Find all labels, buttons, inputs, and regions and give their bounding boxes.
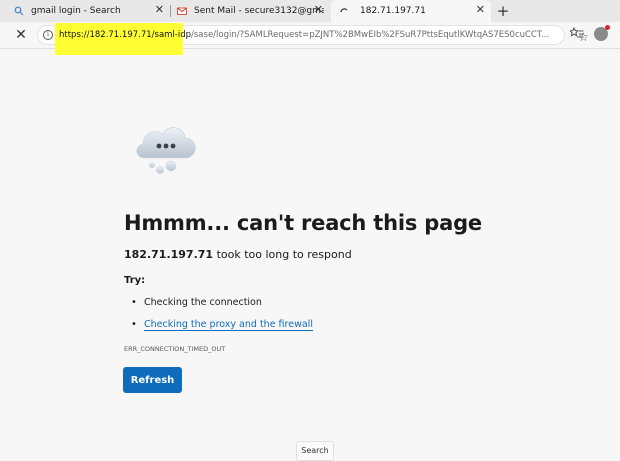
favorites-icon[interactable]	[568, 26, 584, 42]
cloud-icon	[131, 120, 203, 176]
url-path: /sase/login/?SAMLRequest=pZJNT%2BMwEIb%2…	[191, 30, 550, 40]
profile-avatar-icon[interactable]	[594, 25, 610, 41]
page-title: Hmmm... can't reach this page	[124, 211, 482, 235]
toolbar: ✕ i https://182.71.197.71/saml-idp/sase/…	[0, 22, 620, 55]
close-icon[interactable]: ✕	[155, 3, 164, 16]
refresh-button[interactable]: Refresh	[123, 367, 182, 393]
url-host: https://182.71.197.71/saml-idp	[59, 30, 192, 40]
tab-strip: gmail login - Search ✕ Sent Mail - secur…	[0, 0, 620, 22]
error-host: 182.71.197.71	[124, 248, 214, 261]
close-icon[interactable]: ✕	[476, 3, 485, 16]
tab-title: Sent Mail - secure3132@gmail.co	[194, 6, 324, 16]
gmail-icon	[177, 6, 187, 16]
bullet-icon: •	[131, 297, 137, 308]
error-message: 182.71.197.71 took too long to respond	[124, 248, 352, 261]
info-icon[interactable]: i	[43, 30, 53, 40]
tab-active-ip[interactable]: 182.71.197.71 ✕	[331, 0, 491, 22]
loading-spinner-icon	[339, 6, 349, 16]
suggestion-proxy-firewall-link[interactable]: Checking the proxy and the firewall	[144, 319, 313, 331]
stop-loading-button[interactable]: ✕	[13, 27, 29, 43]
address-bar[interactable]: i https://182.71.197.71/saml-idp/sase/lo…	[37, 23, 589, 55]
tab-title: 182.71.197.71	[360, 6, 426, 16]
error-code: ERR_CONNECTION_TIMED_OUT	[124, 345, 226, 353]
error-message-text: took too long to respond	[216, 248, 352, 261]
close-icon[interactable]: ✕	[314, 3, 323, 16]
suggestion-check-connection: Checking the connection	[144, 297, 262, 308]
bullet-icon: •	[131, 319, 137, 330]
new-tab-button[interactable]: +	[495, 2, 511, 20]
try-label: Try:	[124, 275, 146, 286]
tab-sent-mail[interactable]: Sent Mail - secure3132@gmail.co ✕	[171, 0, 329, 22]
tab-gmail-login-search[interactable]: gmail login - Search ✕	[0, 0, 170, 22]
url-text[interactable]: https://182.71.197.71/saml-idp/sase/logi…	[59, 30, 549, 40]
search-icon	[14, 6, 24, 16]
search-button[interactable]: Search	[296, 441, 334, 461]
tab-title: gmail login - Search	[31, 6, 121, 16]
